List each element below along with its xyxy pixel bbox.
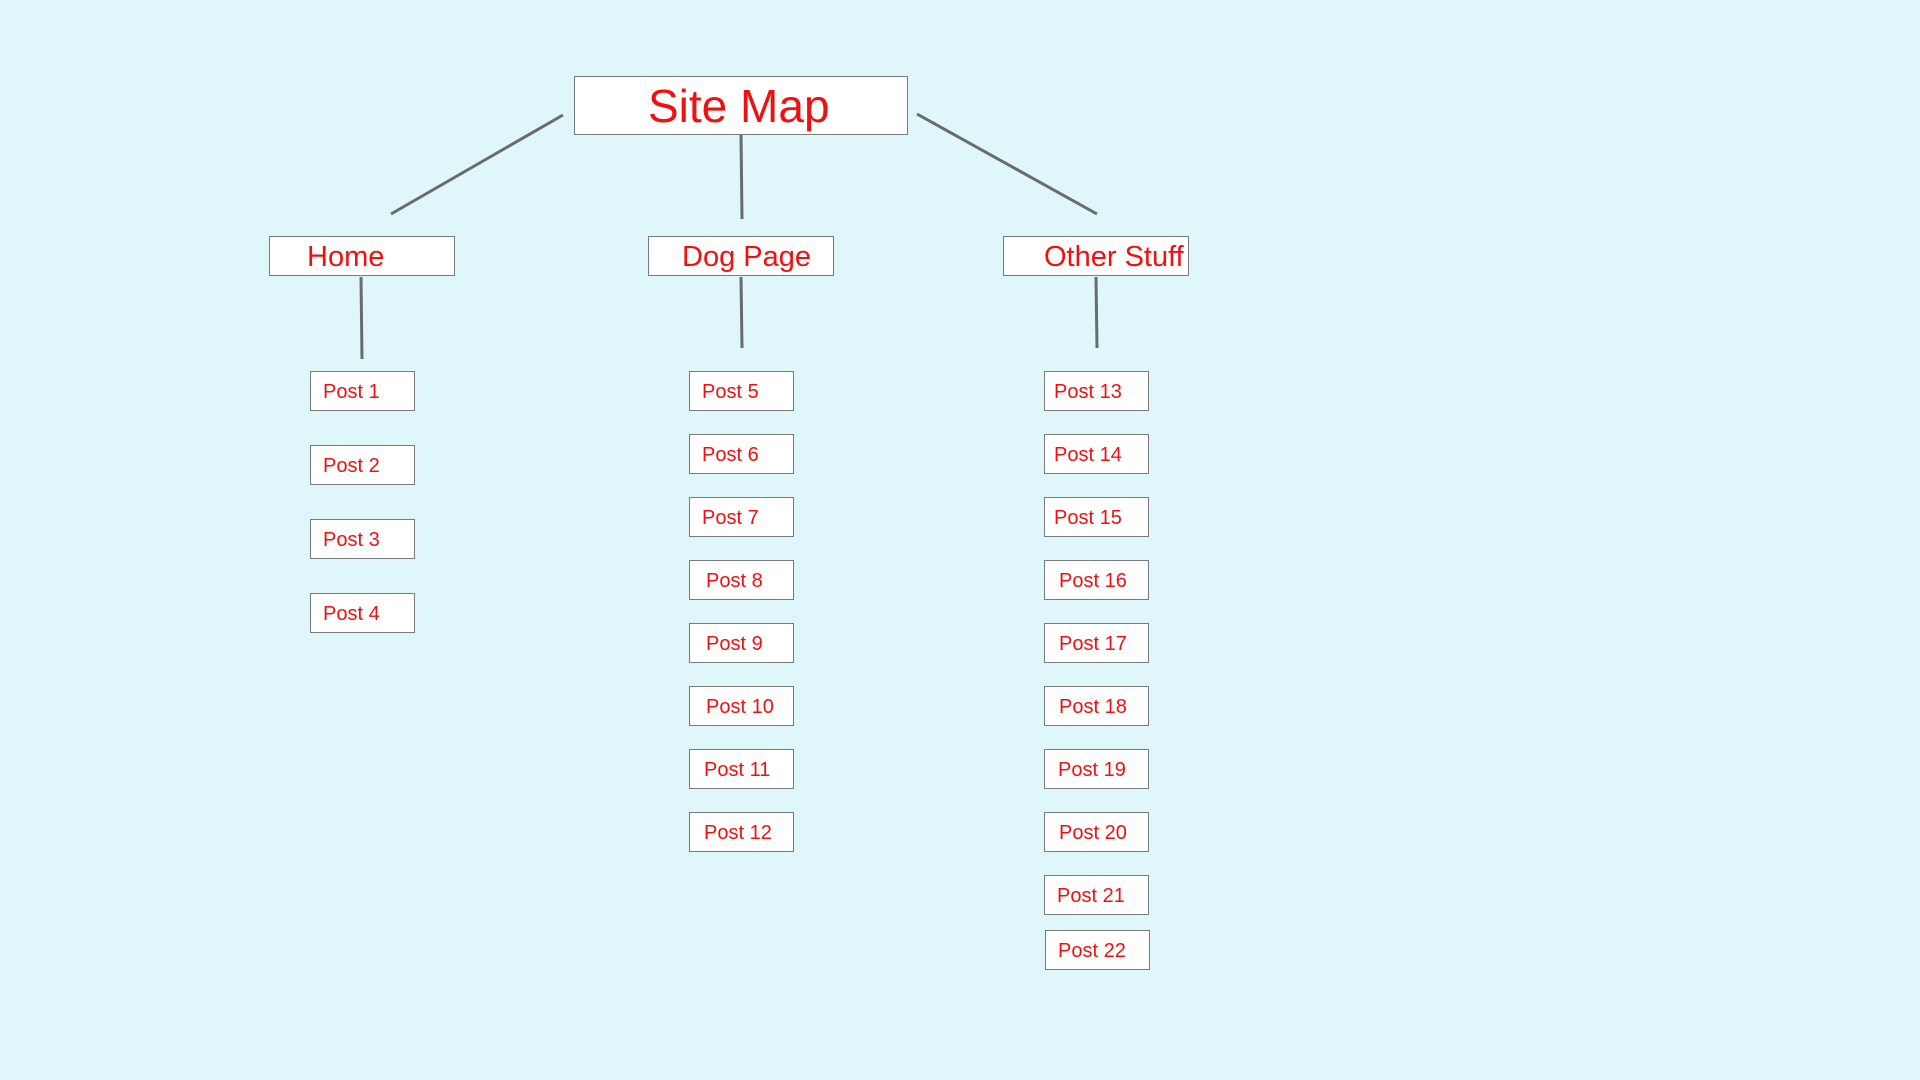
connector-other-stuff-posts bbox=[1094, 276, 1099, 349]
site-map-title-box: Site Map bbox=[574, 76, 908, 135]
post-node: Post 8 bbox=[689, 560, 794, 600]
post-node: Post 9 bbox=[689, 623, 794, 663]
post-label: Post 4 bbox=[323, 603, 380, 625]
post-label: Post 20 bbox=[1059, 822, 1127, 844]
post-node: Post 6 bbox=[689, 434, 794, 474]
site-map-diagram: Site Map Home Dog Page Other Stuff Post … bbox=[0, 0, 1920, 1080]
post-node: Post 20 bbox=[1044, 812, 1149, 852]
section-label: Dog Page bbox=[682, 241, 811, 273]
post-node: Post 17 bbox=[1044, 623, 1149, 663]
post-node: Post 1 bbox=[310, 371, 415, 411]
post-label: Post 22 bbox=[1058, 940, 1126, 962]
post-node: Post 16 bbox=[1044, 560, 1149, 600]
connector-lines bbox=[359, 112, 1099, 360]
post-node: Post 21 bbox=[1044, 875, 1149, 915]
post-label: Post 5 bbox=[702, 381, 759, 403]
post-label: Post 21 bbox=[1057, 885, 1125, 907]
post-node: Post 13 bbox=[1044, 371, 1149, 411]
post-label: Post 10 bbox=[706, 696, 774, 718]
post-node: Post 4 bbox=[310, 593, 415, 633]
post-label: Post 15 bbox=[1054, 507, 1122, 529]
post-node: Post 19 bbox=[1044, 749, 1149, 789]
post-node: Post 3 bbox=[310, 519, 415, 559]
post-node: Post 12 bbox=[689, 812, 794, 852]
post-label: Post 6 bbox=[702, 444, 759, 466]
post-label: Post 7 bbox=[702, 507, 759, 529]
post-label: Post 12 bbox=[704, 822, 772, 844]
post-label: Post 1 bbox=[323, 381, 380, 403]
connector-root-dog-page bbox=[739, 134, 744, 220]
section-label: Other Stuff bbox=[1044, 241, 1184, 273]
post-label: Post 9 bbox=[706, 633, 763, 655]
post-node: Post 2 bbox=[310, 445, 415, 485]
post-node: Post 11 bbox=[689, 749, 794, 789]
section-node-dog-page: Dog Page bbox=[648, 236, 834, 276]
post-node: Post 14 bbox=[1044, 434, 1149, 474]
section-node-home: Home bbox=[269, 236, 455, 276]
connector-dog-page-posts bbox=[739, 276, 744, 349]
site-map-title: Site Map bbox=[648, 80, 830, 132]
post-label: Post 2 bbox=[323, 455, 380, 477]
connector-home-posts bbox=[359, 276, 364, 360]
post-node: Post 22 bbox=[1045, 930, 1150, 970]
post-label: Post 14 bbox=[1054, 444, 1122, 466]
connector-root-other-stuff bbox=[916, 112, 1098, 216]
post-label: Post 13 bbox=[1054, 381, 1122, 403]
section-label: Home bbox=[307, 241, 385, 273]
post-node: Post 15 bbox=[1044, 497, 1149, 537]
connector-root-home bbox=[390, 113, 564, 216]
post-node: Post 18 bbox=[1044, 686, 1149, 726]
section-node-other-stuff: Other Stuff bbox=[1003, 236, 1189, 276]
post-node: Post 10 bbox=[689, 686, 794, 726]
post-label: Post 19 bbox=[1058, 759, 1126, 781]
post-label: Post 16 bbox=[1059, 570, 1127, 592]
post-node: Post 7 bbox=[689, 497, 794, 537]
post-node: Post 5 bbox=[689, 371, 794, 411]
post-label: Post 18 bbox=[1059, 696, 1127, 718]
post-label: Post 8 bbox=[706, 570, 763, 592]
post-label: Post 11 bbox=[704, 759, 771, 781]
post-label: Post 17 bbox=[1059, 633, 1127, 655]
post-label: Post 3 bbox=[323, 529, 380, 551]
